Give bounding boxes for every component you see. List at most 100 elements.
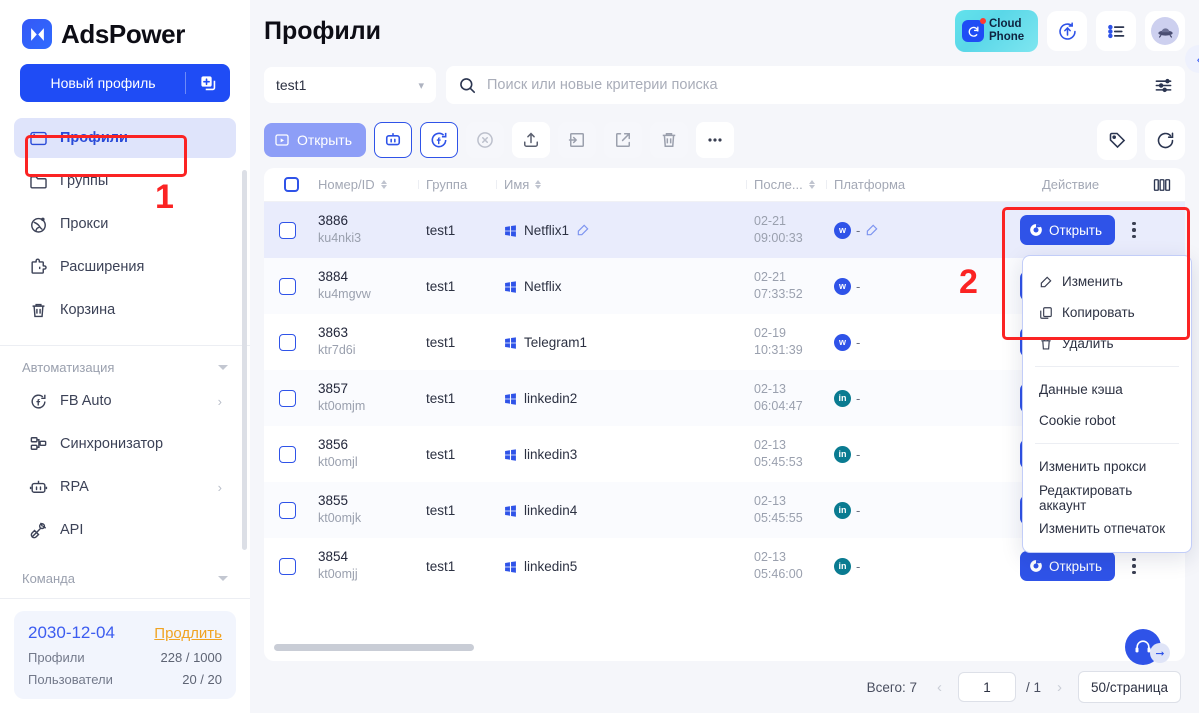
select-all-checkbox[interactable] bbox=[264, 177, 310, 192]
menu-item-cache-data[interactable]: Данные кэша bbox=[1023, 374, 1191, 405]
page-total: / 1 bbox=[1026, 679, 1042, 695]
renew-link[interactable]: Продлить bbox=[154, 625, 222, 642]
pagination: Всего: 7 ‹ 1 / 1 › 50/страница bbox=[250, 661, 1199, 713]
sidebar: AdsPower Новый профиль Профили Группы Пр… bbox=[0, 0, 250, 713]
row-checkbox[interactable] bbox=[264, 389, 310, 407]
group-select[interactable]: test1 ▾ bbox=[264, 67, 436, 103]
row-date: 02-13 bbox=[754, 494, 786, 509]
sort-icon[interactable] bbox=[535, 180, 542, 189]
rpa-robot-icon bbox=[28, 477, 48, 497]
edit-icon[interactable] bbox=[865, 223, 879, 237]
next-page-button[interactable]: › bbox=[1051, 679, 1068, 696]
license-expiry-date: 2030-12-04 bbox=[28, 623, 115, 642]
sidebar-item-rpa[interactable]: RPA › bbox=[14, 467, 236, 507]
menu-item-delete[interactable]: Удалить bbox=[1023, 328, 1191, 359]
column-header-platform[interactable]: Платформа bbox=[826, 177, 1010, 192]
automation-section-header[interactable]: Автоматизация bbox=[0, 346, 250, 381]
row-more-button[interactable] bbox=[1129, 219, 1139, 242]
row-time: 09:00:33 bbox=[754, 231, 803, 245]
row-checkbox[interactable] bbox=[264, 501, 310, 519]
row-checkbox[interactable] bbox=[264, 445, 310, 463]
search-input[interactable]: Поиск или новые критерии поиска bbox=[446, 66, 1185, 104]
row-time: 07:33:52 bbox=[754, 287, 803, 301]
sidebar-item-trash[interactable]: Корзина bbox=[14, 290, 236, 330]
delete-button[interactable] bbox=[649, 122, 688, 158]
sidebar-item-api[interactable]: API bbox=[14, 510, 236, 550]
row-open-button[interactable]: Открыть bbox=[1020, 551, 1116, 581]
column-header-last[interactable]: После... bbox=[746, 177, 826, 192]
row-checkbox[interactable] bbox=[264, 333, 310, 351]
row-id: 3886 bbox=[318, 213, 349, 229]
export-button[interactable] bbox=[603, 122, 642, 158]
ufo-avatar-icon[interactable] bbox=[1145, 11, 1185, 51]
sidebar-item-label: Группы bbox=[60, 173, 109, 190]
upload-button[interactable] bbox=[511, 122, 550, 158]
row-name-cell: Telegram1 bbox=[496, 335, 746, 350]
move-to-group-button[interactable] bbox=[557, 122, 596, 158]
edit-icon[interactable] bbox=[576, 223, 590, 237]
row-date: 02-21 bbox=[754, 270, 786, 285]
platform-avatar: in bbox=[834, 501, 851, 519]
menu-item-copy[interactable]: Копировать bbox=[1023, 297, 1191, 328]
row-checkbox[interactable] bbox=[264, 277, 310, 295]
sort-icon[interactable] bbox=[380, 180, 387, 189]
column-header-name[interactable]: Имя bbox=[496, 177, 746, 192]
puzzle-icon bbox=[28, 257, 48, 277]
close-button[interactable] bbox=[465, 122, 504, 158]
new-profile-group: Новый профиль bbox=[20, 64, 230, 103]
toolbar: Открыть bbox=[250, 108, 1199, 168]
table-row[interactable]: 3886 ku4nki3 test1 Netflix1 02-21 09:00:… bbox=[264, 202, 1185, 258]
sort-icon[interactable] bbox=[808, 180, 815, 189]
sidebar-item-synchronizer[interactable]: Синхронизатор bbox=[14, 424, 236, 464]
prev-page-button[interactable]: ‹ bbox=[931, 679, 948, 696]
team-section-header[interactable]: Команда bbox=[0, 557, 250, 592]
windows-icon bbox=[504, 448, 517, 461]
refresh-button[interactable] bbox=[1145, 120, 1185, 160]
rpa-robot-button[interactable] bbox=[373, 122, 412, 158]
sidebar-item-proxy[interactable]: Прокси bbox=[14, 204, 236, 244]
brand: AdsPower bbox=[0, 0, 250, 50]
column-label: Номер/ID bbox=[318, 177, 375, 192]
api-plug-icon bbox=[28, 520, 48, 540]
search-icon bbox=[458, 76, 477, 95]
column-settings-icon[interactable] bbox=[1153, 178, 1171, 192]
license-row-label: Профили bbox=[28, 650, 85, 665]
column-label: После... bbox=[754, 177, 803, 192]
new-profile-button[interactable]: Новый профиль bbox=[20, 64, 186, 103]
open-selected-button[interactable]: Открыть bbox=[264, 123, 366, 157]
page-size-select[interactable]: 50/страница bbox=[1078, 671, 1181, 703]
more-button[interactable] bbox=[695, 122, 734, 158]
row-name-cell: linkedin4 bbox=[496, 503, 746, 518]
menu-item-label: Удалить bbox=[1062, 336, 1114, 351]
column-header-id[interactable]: Номер/ID bbox=[310, 177, 418, 192]
row-checkbox[interactable] bbox=[264, 221, 310, 239]
page-number-input[interactable]: 1 bbox=[958, 672, 1017, 702]
sidebar-item-fb-auto[interactable]: FB Auto › bbox=[14, 381, 236, 421]
menu-item-cookie-robot[interactable]: Cookie robot bbox=[1023, 405, 1191, 436]
row-open-button[interactable]: Открыть bbox=[1020, 215, 1116, 245]
platform-dash: - bbox=[856, 502, 861, 518]
tag-button[interactable] bbox=[1097, 120, 1137, 160]
row-more-button[interactable] bbox=[1129, 555, 1139, 578]
row-name-cell: Netflix1 bbox=[496, 223, 746, 238]
row-checkbox[interactable] bbox=[264, 557, 310, 575]
sidebar-item-extensions[interactable]: Расширения bbox=[14, 247, 236, 287]
arrow-right-icon[interactable]: ➞ bbox=[1150, 643, 1170, 663]
add-profile-icon[interactable] bbox=[186, 64, 230, 103]
menu-item-change-proxy[interactable]: Изменить прокси bbox=[1023, 451, 1191, 482]
sidebar-scrollbar[interactable] bbox=[242, 170, 247, 550]
task-list-icon[interactable] bbox=[1096, 11, 1136, 51]
column-header-group[interactable]: Группа bbox=[418, 177, 496, 192]
menu-item-edit-account[interactable]: Редактировать аккаунт bbox=[1023, 482, 1191, 513]
sidebar-item-groups[interactable]: Группы bbox=[14, 161, 236, 201]
sidebar-item-profiles[interactable]: Профили bbox=[14, 118, 236, 159]
support-button[interactable]: ➞ bbox=[1125, 629, 1170, 665]
platform-dash: - bbox=[856, 390, 861, 406]
menu-item-edit[interactable]: Изменить bbox=[1023, 266, 1191, 297]
menu-item-change-fingerprint[interactable]: Изменить отпечаток bbox=[1023, 513, 1191, 544]
cloud-phone-button[interactable]: Cloud Phone bbox=[955, 10, 1038, 52]
filter-sliders-icon[interactable] bbox=[1154, 76, 1173, 95]
sync-update-icon[interactable] bbox=[1047, 11, 1087, 51]
table-horizontal-scrollbar[interactable] bbox=[274, 644, 474, 651]
fb-sync-button[interactable] bbox=[419, 122, 458, 158]
